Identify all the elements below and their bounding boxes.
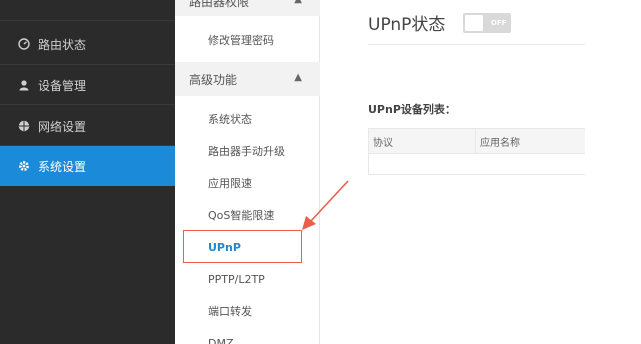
submenu-group-label: 路由器权限	[189, 0, 250, 9]
chevron-up-icon: ▲	[294, 0, 302, 5]
column-header-app-name: 应用名称	[480, 137, 520, 149]
upnp-device-table: 协议 应用名称	[368, 128, 585, 175]
dashboard-icon	[18, 38, 30, 50]
annotation-highlight-box	[183, 230, 302, 263]
nav-item-label: 系统设置	[38, 159, 87, 174]
nav-item-router-status[interactable]: 路由状态	[0, 24, 175, 64]
toggle-state-label: OFF	[490, 18, 507, 27]
nav-divider	[0, 104, 175, 105]
submenu-group-label: 高级功能	[189, 72, 238, 87]
nav-item-network-settings[interactable]: 网络设置	[0, 106, 175, 146]
main-navigation: 路由状态 设备管理 网络设置 系统设置	[0, 0, 183, 344]
submenu-item-system-status[interactable]: 系统状态	[175, 104, 320, 134]
nav-divider	[0, 20, 175, 21]
device-list-title: UPnP设备列表：	[368, 103, 456, 116]
user-icon	[18, 79, 30, 91]
table-empty-body	[369, 154, 585, 174]
submenu-item-dmz[interactable]: DMZ	[175, 328, 320, 344]
globe-icon	[18, 120, 30, 132]
nav-item-label: 设备管理	[38, 78, 87, 93]
submenu-panel: 路由器权限 ▲ 修改管理密码 高级功能 ▲ 系统状态 路由器手动升级 应用限速 …	[175, 0, 320, 344]
column-header-protocol: 协议	[369, 129, 476, 153]
toggle-knob	[465, 14, 484, 31]
submenu-group-router-permissions[interactable]: 路由器权限 ▲	[175, 0, 320, 16]
submenu-item-pptp-l2tp[interactable]: PPTP/L2TP	[175, 264, 320, 294]
page-title: UPnP状态	[368, 15, 446, 35]
nav-item-system-settings[interactable]: 系统设置	[0, 146, 183, 186]
section-divider	[368, 44, 585, 45]
submenu-item-change-password[interactable]: 修改管理密码	[175, 25, 320, 55]
nav-item-label: 路由状态	[38, 37, 87, 52]
submenu-item-port-forwarding[interactable]: 端口转发	[175, 296, 320, 326]
upnp-toggle[interactable]: OFF	[463, 12, 512, 33]
chevron-up-icon: ▲	[294, 72, 302, 83]
annotation-arrow-icon	[302, 180, 349, 230]
gear-icon	[18, 160, 30, 172]
table-header-row: 协议 应用名称	[369, 129, 585, 154]
upnp-status-row: UPnP状态 OFF	[368, 10, 512, 35]
submenu-item-manual-upgrade[interactable]: 路由器手动升级	[175, 136, 320, 166]
nav-item-device-management[interactable]: 设备管理	[0, 65, 175, 105]
nav-item-label: 网络设置	[38, 119, 87, 134]
submenu-group-advanced[interactable]: 高级功能 ▲	[175, 62, 320, 96]
